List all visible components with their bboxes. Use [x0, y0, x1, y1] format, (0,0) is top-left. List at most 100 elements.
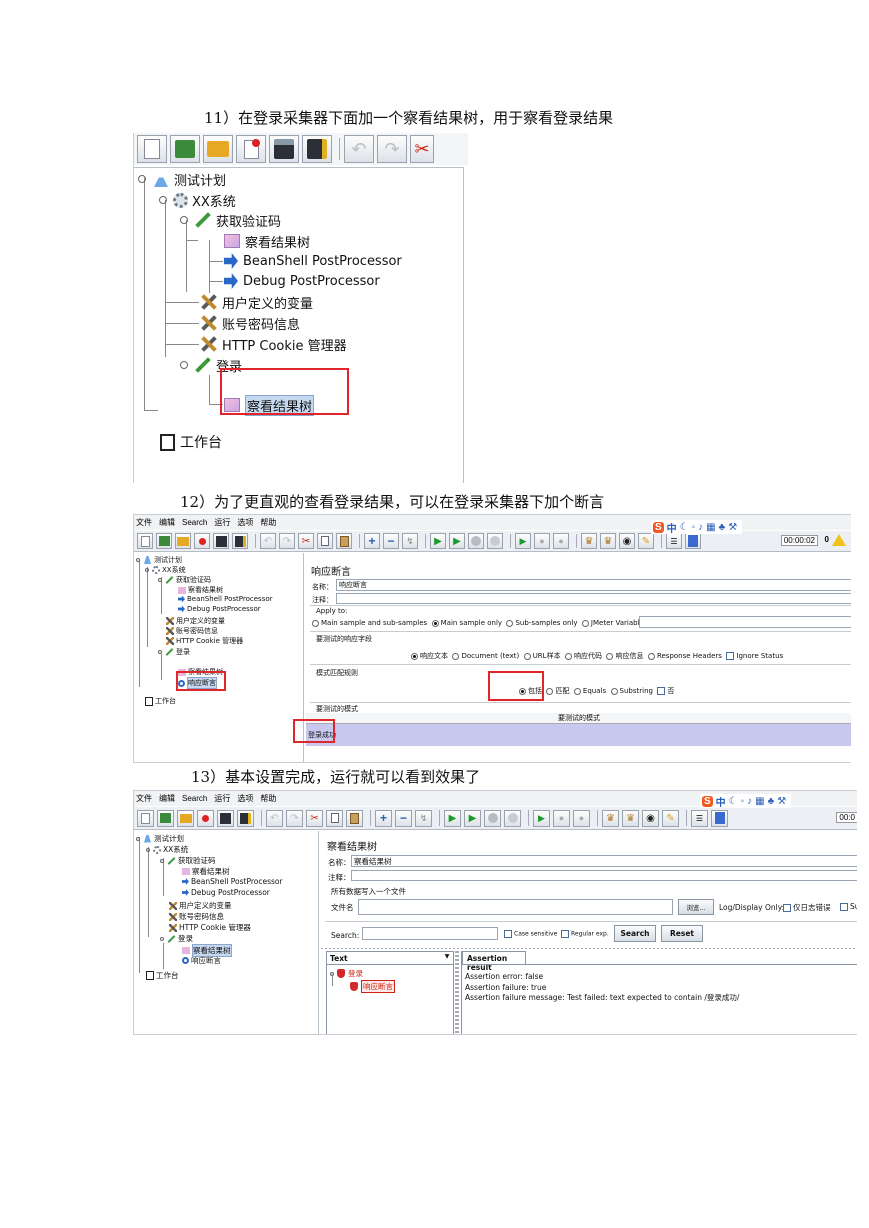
tree-node-debug[interactable]: Debug PostProcessor — [182, 888, 270, 897]
remote-start-icon[interactable]: ▶ — [515, 533, 531, 549]
cut-icon[interactable]: ✂ — [410, 135, 434, 163]
filename-input[interactable] — [358, 899, 673, 915]
tree-node-user-vars[interactable]: 用户定义的变量 — [200, 293, 313, 312]
radio-response-headers[interactable]: Response Headers — [647, 652, 722, 660]
menu-search[interactable]: Search — [182, 794, 207, 803]
expand-toggle-icon[interactable] — [160, 858, 164, 863]
successes-checkbox[interactable]: Su — [840, 902, 857, 911]
radio-equals[interactable]: Equals — [573, 687, 606, 695]
save-icon[interactable] — [269, 135, 299, 163]
cut-icon[interactable]: ✂ — [298, 533, 314, 549]
save-icon[interactable] — [213, 533, 229, 549]
ime-logo-icon[interactable]: S — [653, 521, 664, 533]
radio-url[interactable]: URL样本 — [523, 652, 561, 660]
menu-edit[interactable]: 编辑 — [159, 793, 175, 804]
tree-node-account[interactable]: 账号密码信息 — [200, 314, 300, 333]
menu-run[interactable]: 运行 — [214, 793, 230, 804]
function-helper-icon[interactable]: ☰ — [691, 809, 708, 827]
close-file-icon[interactable] — [236, 135, 266, 163]
tree-node-account[interactable]: 账号密码信息 — [169, 911, 224, 922]
expand-toggle-icon[interactable] — [145, 568, 149, 572]
tree-node-debug[interactable]: Debug PostProcessor — [224, 272, 380, 290]
tree-node-workbench[interactable]: 工作台 — [145, 696, 176, 706]
tree-node-account[interactable]: 账号密码信息 — [166, 626, 218, 636]
tree-node-get-captcha[interactable]: 获取验证码 — [180, 211, 281, 230]
tree-node-beanshell[interactable]: BeanShell PostProcessor — [178, 595, 273, 603]
tree-node-beanshell[interactable]: BeanShell PostProcessor — [224, 252, 402, 270]
redo-icon[interactable]: ↷ — [279, 533, 295, 549]
menu-search[interactable]: Search — [182, 518, 207, 527]
help-icon[interactable] — [711, 809, 728, 827]
tree-node-test-plan[interactable]: 测试计划 — [136, 555, 182, 565]
case-sensitive-checkbox[interactable]: Case sensitive — [504, 930, 557, 938]
tree-node-xx-system[interactable]: XX系统 — [146, 844, 188, 855]
menu-options[interactable]: 选项 — [237, 517, 253, 528]
new-icon[interactable] — [137, 533, 153, 549]
tree-node-view-results[interactable]: 察看结果树 — [224, 232, 310, 251]
tree-node-view-results[interactable]: 察看结果树 — [182, 866, 230, 877]
templates-icon[interactable] — [170, 135, 200, 163]
radio-document[interactable]: Document (text) — [452, 652, 519, 660]
reset-search-icon[interactable]: ✎ — [662, 809, 679, 827]
menu-run[interactable]: 运行 — [214, 517, 230, 528]
copy-icon[interactable] — [326, 809, 343, 827]
collapse-all-icon[interactable]: − — [395, 809, 412, 827]
radio-matches[interactable]: 匹配 — [546, 687, 569, 695]
redo-icon[interactable]: ↷ — [286, 809, 303, 827]
function-helper-icon[interactable]: ☰ — [666, 533, 682, 549]
start-no-pause-icon[interactable]: ▶ — [464, 809, 481, 827]
remote-exit-icon[interactable]: ● — [573, 809, 590, 827]
radio-main-only[interactable]: Main sample only — [431, 619, 502, 627]
tree-node-cookie[interactable]: HTTP Cookie 管理器 — [200, 335, 347, 354]
expand-toggle-icon[interactable] — [158, 578, 162, 582]
open-icon[interactable] — [177, 809, 194, 827]
pattern-row[interactable]: 登录成功 — [306, 724, 851, 746]
tree-node-xx-system[interactable]: XX系统 — [145, 565, 186, 575]
paste-icon[interactable] — [336, 533, 352, 549]
name-input[interactable]: 察看结果树 — [351, 855, 857, 867]
tree-node-workbench[interactable]: 工作台 — [160, 432, 222, 452]
clear-icon[interactable]: ♛ — [581, 533, 597, 549]
radio-response-message[interactable]: 响应信息 — [606, 652, 643, 660]
collapse-all-icon[interactable]: − — [383, 533, 399, 549]
shutdown-icon[interactable] — [487, 533, 503, 549]
comment-input[interactable] — [351, 870, 857, 881]
expand-toggle-icon[interactable] — [158, 650, 162, 654]
browse-button[interactable]: 浏览... — [678, 899, 714, 915]
render-combo[interactable]: Text ▼ — [327, 952, 453, 965]
expand-toggle-icon[interactable] — [136, 836, 140, 841]
tree-node-test-plan[interactable]: 测试计划 — [136, 833, 184, 844]
menu-edit[interactable]: 编辑 — [159, 517, 175, 528]
ime-tools-icon[interactable]: ☾◦♪▦♣⚒ — [680, 522, 741, 533]
result-node-assertion[interactable]: 响应断言 — [350, 980, 395, 993]
reset-search-icon[interactable]: ✎ — [638, 533, 654, 549]
search-input[interactable] — [362, 927, 498, 940]
checkbox-not[interactable]: 否 — [657, 687, 674, 695]
dropdown-arrow-icon[interactable]: ▼ — [442, 953, 452, 963]
undo-icon[interactable]: ↶ — [344, 135, 374, 163]
search-button[interactable]: Search — [614, 925, 656, 942]
regex-checkbox[interactable]: Regular exp. — [561, 930, 609, 938]
ime-tools-icon[interactable]: ☾◦♪▦♣⚒ — [729, 796, 790, 807]
tree-node-get-captcha[interactable]: 获取验证码 — [160, 855, 216, 866]
tree-node-debug[interactable]: Debug PostProcessor — [178, 605, 261, 613]
stop-icon[interactable] — [468, 533, 484, 549]
menu-help[interactable]: 帮助 — [260, 517, 276, 528]
remote-start-icon[interactable]: ▶ — [533, 809, 550, 827]
ime-lang[interactable]: 中 — [667, 520, 677, 535]
ime-logo-icon[interactable]: S — [702, 795, 713, 807]
save-as-icon[interactable] — [237, 809, 254, 827]
undo-icon[interactable]: ↶ — [260, 533, 276, 549]
save-as-icon[interactable] — [302, 135, 332, 163]
close-file-icon[interactable] — [197, 809, 214, 827]
radio-substring[interactable]: Substring — [610, 687, 653, 695]
tree-node-login[interactable]: 登录 — [160, 933, 193, 944]
close-file-icon[interactable] — [194, 533, 210, 549]
tree-node-xx-system[interactable]: XX系统 — [159, 191, 236, 210]
copy-icon[interactable] — [317, 533, 333, 549]
jmeter-variable-input[interactable] — [639, 616, 851, 628]
radio-jmeter-variable[interactable]: JMeter Variable — [581, 619, 644, 627]
remote-stop-icon[interactable]: ● — [534, 533, 550, 549]
tree-node-cookie[interactable]: HTTP Cookie 管理器 — [169, 922, 251, 933]
remote-exit-icon[interactable]: ● — [553, 533, 569, 549]
